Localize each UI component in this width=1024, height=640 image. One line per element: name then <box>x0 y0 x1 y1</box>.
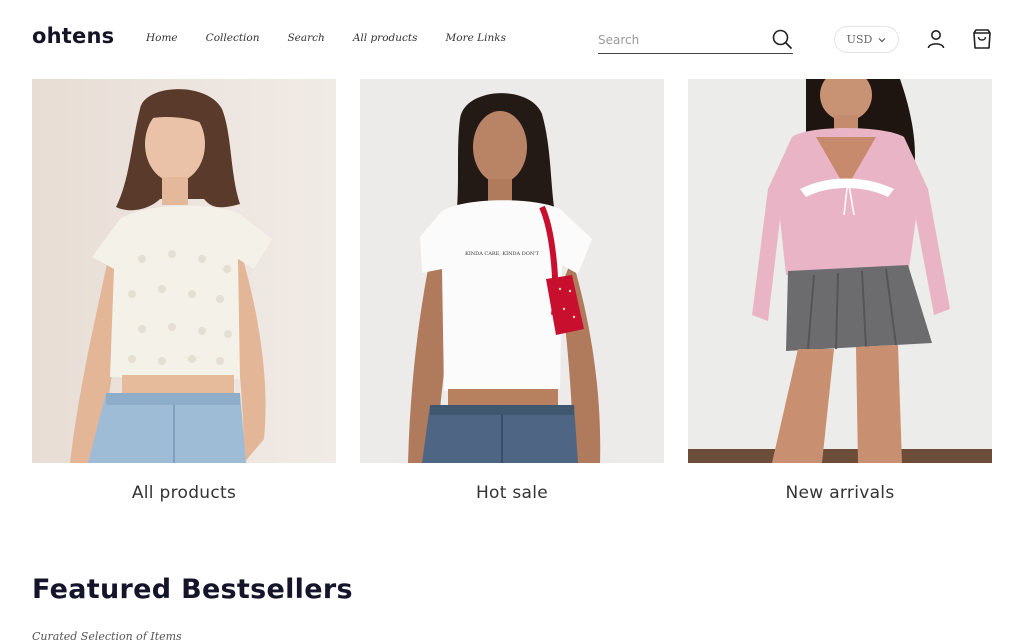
currency-selector[interactable]: USD <box>834 26 899 53</box>
collection-image-hot-sale[interactable]: KINDA CARE, KINDA DON'T <box>360 79 664 463</box>
search-bar <box>598 26 793 54</box>
cart-icon[interactable] <box>971 28 993 50</box>
collection-card-all-products[interactable]: All products <box>32 79 336 503</box>
account-icon[interactable] <box>925 28 947 50</box>
chevron-down-icon <box>878 37 886 42</box>
model-photo: KINDA CARE, KINDA DON'T <box>360 79 664 463</box>
collection-label[interactable]: Hot sale <box>360 483 664 503</box>
collection-label[interactable]: All products <box>32 483 336 503</box>
main-nav: Home Collection Search All products More… <box>146 32 534 44</box>
model-photo <box>688 79 992 463</box>
collection-label[interactable]: New arrivals <box>688 483 992 503</box>
search-input[interactable] <box>598 30 768 50</box>
search-icon[interactable] <box>771 28 793 50</box>
section-subtitle: Curated Selection of Items <box>32 630 182 640</box>
site-logo[interactable]: ohtens <box>32 24 114 48</box>
section-title: Featured Bestsellers <box>32 574 353 605</box>
nav-all-products[interactable]: All products <box>353 32 418 44</box>
nav-home[interactable]: Home <box>146 32 178 44</box>
collection-card-new-arrivals[interactable]: New arrivals <box>688 79 992 503</box>
tee-print: KINDA CARE, KINDA DON'T <box>465 251 539 257</box>
collection-card-hot-sale[interactable]: KINDA CARE, KINDA DON'T Hot sale <box>360 79 664 503</box>
nav-more-links[interactable]: More Links <box>446 32 507 44</box>
currency-label: USD <box>846 33 873 46</box>
nav-search[interactable]: Search <box>287 32 324 44</box>
collection-image-all-products[interactable] <box>32 79 336 463</box>
model-photo <box>32 79 336 463</box>
collection-image-new-arrivals[interactable] <box>688 79 992 463</box>
site-header: ohtens Home Collection Search All produc… <box>0 0 1024 78</box>
nav-collection[interactable]: Collection <box>206 32 260 44</box>
